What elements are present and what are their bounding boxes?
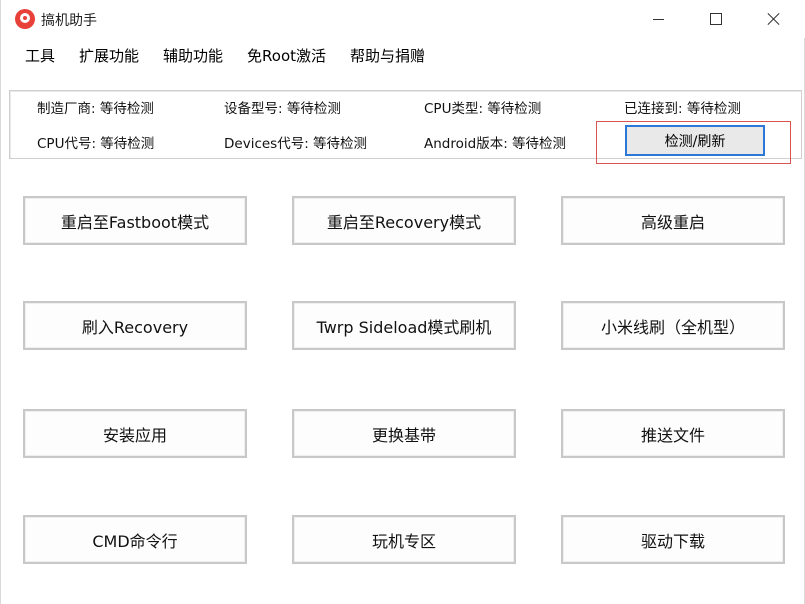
detect-refresh-button[interactable]: 检测/刷新: [625, 125, 765, 156]
menu-help-donate[interactable]: 帮助与捐赠: [338, 40, 437, 70]
driver-download-button[interactable]: 驱动下载: [561, 515, 785, 564]
title-bar: 搞机助手: [1, 0, 805, 38]
android-version-label: Android版本: 等待检测: [424, 136, 567, 152]
connected-to-label: 已连接到: 等待检测: [624, 101, 741, 117]
device-model-label: 设备型号: 等待检测: [224, 101, 341, 117]
app-window: 搞机助手 工具 扩展功能 辅助功能 免Root激活 帮助与捐赠 制造厂商: 等待…: [0, 0, 805, 604]
devices-code-label: Devices代号: 等待检测: [224, 136, 368, 152]
close-icon: [767, 12, 781, 26]
reboot-fastboot-button[interactable]: 重启至Fastboot模式: [23, 196, 247, 245]
maximize-button[interactable]: [687, 0, 745, 38]
xiaomi-line-flash-button[interactable]: 小米线刷（全机型）: [561, 301, 785, 350]
minimize-icon: [652, 18, 664, 20]
close-button[interactable]: [745, 0, 803, 38]
menu-rootless-activation[interactable]: 免Root激活: [235, 40, 338, 70]
cpu-code-label: CPU代号: 等待检测: [37, 136, 155, 152]
reboot-recovery-button[interactable]: 重启至Recovery模式: [292, 196, 516, 245]
minimize-button[interactable]: [629, 0, 687, 38]
fun-zone-button[interactable]: 玩机专区: [292, 515, 516, 564]
menu-auxiliary[interactable]: 辅助功能: [151, 40, 235, 70]
cpu-type-label: CPU类型: 等待检测: [424, 101, 542, 117]
manufacturer-label: 制造厂商: 等待检测: [37, 101, 154, 117]
flash-recovery-button[interactable]: 刷入Recovery: [23, 301, 247, 350]
menu-extensions[interactable]: 扩展功能: [67, 40, 151, 70]
twrp-sideload-button[interactable]: Twrp Sideload模式刷机: [292, 301, 516, 350]
menu-bar: 工具 扩展功能 辅助功能 免Root激活 帮助与捐赠: [1, 40, 805, 70]
app-logo-icon: [15, 9, 35, 29]
maximize-icon: [710, 13, 722, 25]
menu-tools[interactable]: 工具: [1, 40, 67, 70]
window-title: 搞机助手: [41, 13, 97, 29]
replace-baseband-button[interactable]: 更换基带: [292, 409, 516, 458]
advanced-reboot-button[interactable]: 高级重启: [561, 196, 785, 245]
cmd-button[interactable]: CMD命令行: [23, 515, 247, 564]
install-app-button[interactable]: 安装应用: [23, 409, 247, 458]
push-file-button[interactable]: 推送文件: [561, 409, 785, 458]
